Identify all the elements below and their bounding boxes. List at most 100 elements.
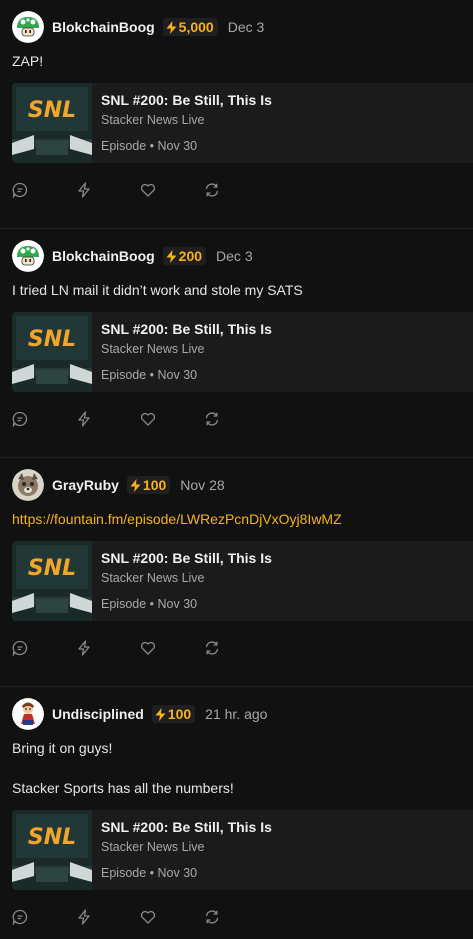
like-button[interactable]	[140, 909, 156, 925]
zap-button[interactable]	[76, 909, 92, 925]
comment-bubble-icon	[12, 640, 28, 656]
svg-text:SNL: SNL	[28, 327, 76, 352]
avatar[interactable]	[12, 469, 44, 501]
show-name: Stacker News Live	[101, 113, 205, 127]
snl-logo-image: SNL	[12, 541, 92, 621]
username[interactable]: GrayRuby	[52, 477, 119, 493]
episode-meta: Episode • Nov 30	[101, 139, 198, 153]
repost-arrows-icon	[205, 412, 219, 426]
post-header: GrayRuby 100 Nov 28	[12, 469, 225, 501]
mushroom-avatar-icon	[12, 240, 44, 272]
post-header: Undisciplined 100 21 hr. ago	[12, 698, 267, 730]
episode-title: SNL #200: Be Still, This Is	[101, 819, 272, 835]
show-name: Stacker News Live	[101, 571, 205, 585]
svg-text:SNL: SNL	[28, 825, 76, 850]
zap-amount: 5,000	[178, 19, 214, 35]
episode-thumbnail: SNL	[12, 541, 92, 621]
svg-text:SNL: SNL	[28, 98, 76, 123]
zap-button[interactable]	[76, 182, 92, 198]
repost-button[interactable]	[204, 909, 220, 925]
snl-logo-image: SNL	[12, 312, 92, 392]
zap-badge[interactable]: 100	[151, 705, 196, 723]
zap-amount: 100	[142, 477, 167, 493]
like-button[interactable]	[140, 411, 156, 427]
post-header: BlokchainBoog 5,000 Dec 3	[12, 11, 264, 43]
avatar[interactable]	[12, 11, 44, 43]
episode-card[interactable]: SNL SNL #200: Be Still, This Is Stacker …	[12, 83, 473, 163]
reply-button[interactable]	[12, 640, 28, 656]
zap-amount: 200	[178, 248, 203, 264]
episode-meta: Episode • Nov 30	[101, 866, 198, 880]
lightning-bolt-icon	[166, 20, 177, 34]
lightning-bolt-icon	[78, 909, 90, 925]
svg-text:SNL: SNL	[28, 556, 76, 581]
episode-thumbnail: SNL	[12, 83, 92, 163]
post-actions	[12, 638, 220, 658]
post-time: Dec 3	[216, 248, 253, 264]
username[interactable]: Undisciplined	[52, 706, 144, 722]
zap-badge[interactable]: 5,000	[162, 18, 218, 36]
repost-button[interactable]	[204, 182, 220, 198]
lightning-bolt-icon	[155, 707, 166, 721]
post-text: Stacker Sports has all the numbers!	[12, 780, 234, 796]
like-button[interactable]	[140, 640, 156, 656]
feed: BlokchainBoog 5,000 Dec 3 ZAP! SNL SNL #…	[0, 0, 473, 939]
zap-button[interactable]	[76, 411, 92, 427]
repost-button[interactable]	[204, 411, 220, 427]
reply-button[interactable]	[12, 909, 28, 925]
post-link[interactable]: https://fountain.fm/episode/LWRezPcnDjVx…	[12, 509, 342, 529]
episode-card[interactable]: SNL SNL #200: Be Still, This Is Stacker …	[12, 810, 473, 890]
snl-logo-image: SNL	[12, 810, 92, 890]
episode-title: SNL #200: Be Still, This Is	[101, 92, 272, 108]
zap-button[interactable]	[76, 640, 92, 656]
reply-button[interactable]	[12, 182, 28, 198]
heart-icon	[140, 412, 156, 426]
episode-thumbnail: SNL	[12, 312, 92, 392]
character-avatar-icon	[12, 698, 44, 730]
username[interactable]: BlokchainBoog	[52, 19, 155, 35]
feed-post: Undisciplined 100 21 hr. ago Bring it on…	[0, 687, 473, 939]
feed-post: BlokchainBoog 5,000 Dec 3 ZAP! SNL SNL #…	[0, 0, 473, 229]
episode-title: SNL #200: Be Still, This Is	[101, 550, 272, 566]
avatar[interactable]	[12, 698, 44, 730]
feed-post: BlokchainBoog 200 Dec 3 I tried LN mail …	[0, 229, 473, 458]
repost-arrows-icon	[205, 910, 219, 924]
zap-amount: 100	[167, 706, 192, 722]
post-time: Dec 3	[227, 19, 265, 35]
episode-meta: Episode • Nov 30	[101, 597, 198, 611]
dog-avatar-icon	[12, 469, 44, 501]
lightning-bolt-icon	[130, 478, 141, 492]
heart-icon	[140, 641, 156, 655]
username[interactable]: BlokchainBoog	[52, 248, 155, 264]
lightning-bolt-icon	[78, 640, 90, 656]
post-actions	[12, 907, 220, 927]
post-time: Nov 28	[180, 477, 225, 493]
lightning-bolt-icon	[78, 182, 90, 198]
mushroom-avatar-icon	[12, 11, 44, 43]
show-name: Stacker News Live	[101, 840, 205, 854]
episode-meta: Episode • Nov 30	[101, 368, 198, 382]
zap-badge[interactable]: 100	[126, 476, 171, 494]
episode-card[interactable]: SNL SNL #200: Be Still, This Is Stacker …	[12, 312, 473, 392]
episode-title: SNL #200: Be Still, This Is	[101, 321, 272, 337]
post-actions	[12, 409, 220, 429]
lightning-bolt-icon	[78, 411, 90, 427]
comment-bubble-icon	[12, 909, 28, 925]
post-text: I tried LN mail it didn’t work and stole…	[12, 282, 303, 298]
snl-logo-image: SNL	[12, 83, 92, 163]
heart-icon	[140, 183, 156, 197]
zap-badge[interactable]: 200	[162, 247, 207, 265]
post-actions	[12, 180, 220, 200]
avatar[interactable]	[12, 240, 44, 272]
repost-button[interactable]	[204, 640, 220, 656]
repost-arrows-icon	[205, 183, 219, 197]
heart-icon	[140, 910, 156, 924]
post-text: ZAP!	[12, 53, 44, 69]
reply-button[interactable]	[12, 411, 28, 427]
episode-card[interactable]: SNL SNL #200: Be Still, This Is Stacker …	[12, 541, 473, 621]
lightning-bolt-icon	[166, 249, 177, 263]
like-button[interactable]	[140, 182, 156, 198]
comment-bubble-icon	[12, 411, 28, 427]
post-time: 21 hr. ago	[205, 706, 268, 722]
post-text: Bring it on guys!	[12, 740, 113, 756]
